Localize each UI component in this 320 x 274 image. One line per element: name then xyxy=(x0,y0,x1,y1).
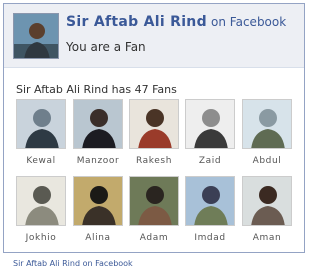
fan-item[interactable]: Adam xyxy=(128,176,180,248)
fan-photo[interactable] xyxy=(16,176,66,226)
fan-photo[interactable] xyxy=(185,99,235,149)
fan-item[interactable]: Zaid xyxy=(184,99,236,171)
fan-grid: Kewal Manzoor Rakesh Zaid Abdul Jokhio Alina Ad… xyxy=(4,4,304,254)
fan-item[interactable]: Imdad xyxy=(184,176,236,248)
fan-name[interactable]: Manzoor xyxy=(72,156,124,166)
fan-photo[interactable] xyxy=(73,176,123,226)
fan-photo[interactable] xyxy=(242,99,292,149)
fan-name[interactable]: Aman xyxy=(241,233,293,243)
fan-name[interactable]: Abdul xyxy=(241,156,293,166)
fan-photo[interactable] xyxy=(16,99,66,149)
fan-name[interactable]: Alina xyxy=(72,233,124,243)
fan-name[interactable]: Kewal xyxy=(15,156,67,166)
fan-item[interactable]: Abdul xyxy=(241,99,293,171)
fan-photo[interactable] xyxy=(129,99,179,149)
fan-item[interactable]: Alina xyxy=(72,176,124,248)
page-footer-link[interactable]: Sir Aftab Ali Rind on Facebook xyxy=(13,259,133,268)
fan-name[interactable]: Adam xyxy=(128,233,180,243)
fan-item[interactable]: Aman xyxy=(241,176,293,248)
fan-box-widget: Sir Aftab Ali Rind on Facebook You are a… xyxy=(3,3,305,253)
fan-photo[interactable] xyxy=(185,176,235,226)
fan-photo[interactable] xyxy=(242,176,292,226)
fan-photo[interactable] xyxy=(129,176,179,226)
fan-item[interactable]: Jokhio xyxy=(15,176,67,248)
fan-name[interactable]: Imdad xyxy=(184,233,236,243)
fan-item[interactable]: Rakesh xyxy=(128,99,180,171)
fan-item[interactable]: Manzoor xyxy=(72,99,124,171)
fan-name[interactable]: Rakesh xyxy=(128,156,180,166)
fan-item[interactable]: Kewal xyxy=(15,99,67,171)
fan-name[interactable]: Zaid xyxy=(184,156,236,166)
fan-photo[interactable] xyxy=(73,99,123,149)
fan-name[interactable]: Jokhio xyxy=(15,233,67,243)
